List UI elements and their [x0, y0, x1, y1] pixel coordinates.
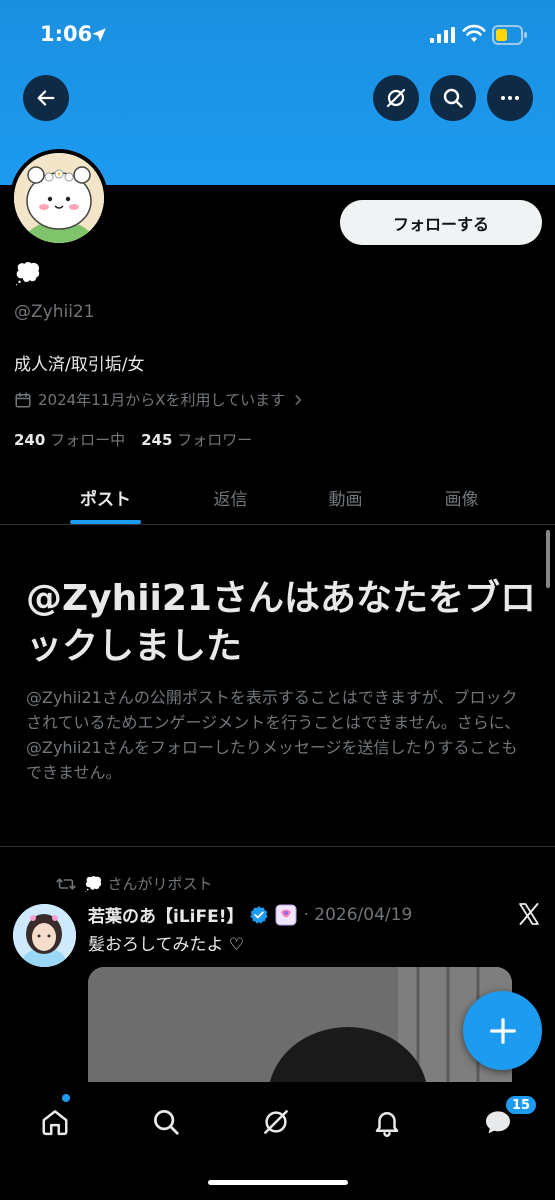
nav-search[interactable] — [144, 1100, 188, 1144]
grok-icon — [264, 1110, 288, 1134]
grok-icon — [386, 88, 406, 108]
active-tab-indicator — [70, 520, 141, 524]
post-media-image[interactable] — [88, 967, 512, 1083]
battery-icon — [492, 25, 527, 45]
post-author-avatar[interactable] — [13, 904, 76, 967]
display-name: 💭 — [14, 262, 42, 287]
back-button[interactable] — [23, 75, 69, 121]
following-label: フォロー中 — [50, 431, 126, 449]
post-header: 若葉のあ【iLiFE!】 · 2026/04/19 — [88, 902, 412, 927]
more-button[interactable] — [487, 75, 533, 121]
joined-text: 2024年11月からXを利用しています — [38, 391, 286, 409]
post-text: 髪おろしてみたよ ♡ — [88, 935, 245, 955]
x-logo-icon — [519, 903, 539, 925]
plus-icon — [489, 1017, 516, 1044]
tab-videos[interactable]: 動画 — [295, 470, 396, 525]
profile-tabs: ポスト 返信 動画 画像 — [0, 470, 555, 525]
post-photo — [88, 967, 512, 1083]
post-author-name[interactable]: 若葉のあ【iLiFE!】 — [88, 902, 243, 927]
following-link[interactable]: 240 フォロー中 — [14, 429, 125, 450]
followers-count: 245 — [141, 431, 173, 449]
messages-badge: 15 — [504, 1094, 539, 1116]
repost-icon — [56, 877, 76, 890]
followers-label: フォロワー — [177, 431, 253, 449]
search-icon — [443, 88, 463, 108]
status-time: 1:06 — [40, 22, 93, 46]
home-indicator — [208, 1180, 348, 1185]
profile-avatar[interactable] — [10, 149, 108, 247]
status-bar: 1:06 — [0, 0, 555, 70]
blocked-title: @Zyhii21さんはあなたをブロックしました — [26, 578, 536, 667]
follow-stats: 240 フォロー中 245 フォロワー — [14, 429, 252, 450]
signal-icon — [430, 27, 455, 43]
chevron-right-icon — [295, 394, 302, 405]
home-notification-dot — [62, 1094, 70, 1102]
verified-badge-icon — [250, 905, 269, 924]
compose-button[interactable] — [463, 991, 542, 1070]
location-arrow-icon — [92, 28, 106, 42]
avatar-character-image — [14, 153, 104, 243]
bio: 成人済/取引垢/女 — [14, 355, 145, 375]
grok-button[interactable] — [373, 75, 419, 121]
author-photo — [13, 904, 76, 967]
affiliate-badge-icon — [275, 904, 297, 925]
nav-home[interactable] — [33, 1100, 77, 1144]
blocked-description: @Zyhii21さんの公開ポストを表示することはできますが、ブロックされているた… — [26, 688, 521, 782]
back-arrow-icon — [37, 90, 55, 106]
joined-date[interactable]: 2024年11月からXを利用しています — [14, 389, 305, 410]
post-date[interactable]: · 2026/04/19 — [303, 905, 412, 925]
nav-grok[interactable] — [254, 1100, 298, 1144]
wifi-icon — [462, 24, 486, 42]
followers-link[interactable]: 245 フォロワー — [141, 429, 252, 450]
tab-images[interactable]: 画像 — [411, 470, 512, 525]
handle: @Zyhii21 — [14, 302, 95, 322]
more-icon — [501, 96, 519, 100]
calendar-icon — [15, 392, 31, 407]
follow-button[interactable]: フォローする — [340, 200, 542, 245]
notifications-icon — [375, 1112, 399, 1137]
following-count: 240 — [14, 431, 46, 449]
section-divider — [0, 846, 555, 847]
repost-indicator[interactable]: 💭 さんがリポスト — [56, 873, 212, 894]
search-button[interactable] — [430, 75, 476, 121]
home-icon — [42, 1110, 68, 1136]
tab-posts[interactable]: ポスト — [55, 470, 156, 525]
search-icon — [154, 1110, 179, 1135]
nav-notifications[interactable] — [365, 1100, 409, 1144]
scrollbar[interactable] — [546, 530, 550, 588]
repost-label: 💭 さんがリポスト — [84, 875, 213, 893]
tab-replies[interactable]: 返信 — [180, 470, 281, 525]
